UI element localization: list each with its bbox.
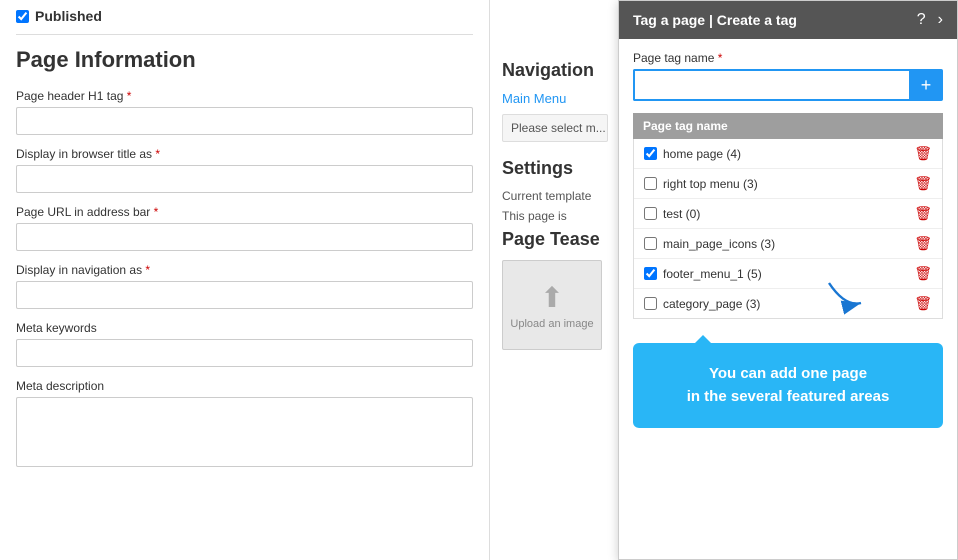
tag-row-label-5: category_page (3) bbox=[663, 297, 908, 311]
settings-title: Settings bbox=[502, 158, 608, 179]
upload-text: Upload an image bbox=[510, 318, 593, 330]
callout: You can add one pagein the several featu… bbox=[633, 343, 943, 428]
middle-panel: Navigation Main Menu Please select m... … bbox=[490, 0, 620, 560]
field-input-meta-keywords[interactable] bbox=[16, 339, 473, 367]
list-item: category_page (3) 🗑 bbox=[634, 289, 942, 318]
tag-list: home page (4) 🗑 right top menu (3) 🗑 tes… bbox=[633, 139, 943, 319]
list-item: footer_menu_1 (5) 🗑 bbox=[634, 259, 942, 289]
tag-checkbox-4[interactable] bbox=[644, 267, 657, 280]
upload-icon: ⬆ bbox=[540, 281, 563, 314]
field-input-browser-title[interactable] bbox=[16, 165, 473, 193]
tag-name-label: Page tag name * bbox=[633, 51, 943, 65]
published-checkbox[interactable] bbox=[16, 10, 29, 23]
field-group-meta-description: Meta description bbox=[16, 379, 473, 470]
callout-text: You can add one pagein the several featu… bbox=[687, 365, 890, 405]
field-input-nav[interactable] bbox=[16, 281, 473, 309]
please-select-box[interactable]: Please select m... bbox=[502, 114, 608, 142]
tag-delete-1[interactable]: 🗑 bbox=[914, 175, 932, 192]
field-label-browser-title: Display in browser title as * bbox=[16, 147, 473, 161]
navigation-title: Navigation bbox=[502, 60, 608, 81]
tag-delete-2[interactable]: 🗑 bbox=[914, 205, 932, 222]
tag-checkbox-0[interactable] bbox=[644, 147, 657, 160]
field-group-browser-title: Display in browser title as * bbox=[16, 147, 473, 193]
list-item: test (0) 🗑 bbox=[634, 199, 942, 229]
tag-checkbox-2[interactable] bbox=[644, 207, 657, 220]
tag-checkbox-5[interactable] bbox=[644, 297, 657, 310]
tag-row-label-0: home page (4) bbox=[663, 147, 908, 161]
field-group-url: Page URL in address bar * bbox=[16, 205, 473, 251]
panel-header-actions: ? › bbox=[917, 11, 943, 29]
field-label-url: Page URL in address bar * bbox=[16, 205, 473, 219]
field-group-h1: Page header H1 tag * bbox=[16, 89, 473, 135]
published-label: Published bbox=[35, 8, 102, 24]
tag-panel: Tag a page | Create a tag ? › Page tag n… bbox=[618, 0, 958, 560]
tag-input[interactable] bbox=[633, 69, 909, 101]
tag-delete-3[interactable]: 🗑 bbox=[914, 235, 932, 252]
tag-checkbox-1[interactable] bbox=[644, 177, 657, 190]
field-group-nav: Display in navigation as * bbox=[16, 263, 473, 309]
page-information-title: Page Information bbox=[16, 47, 473, 73]
panel-header-title: Tag a page | Create a tag bbox=[633, 12, 797, 28]
tag-delete-5[interactable]: 🗑 bbox=[914, 295, 932, 312]
tag-row-label-1: right top menu (3) bbox=[663, 177, 908, 191]
tag-row-label-2: test (0) bbox=[663, 207, 908, 221]
tag-add-button[interactable]: + bbox=[909, 69, 943, 101]
panel-body: Page tag name * + Page tag name home pag… bbox=[619, 39, 957, 331]
help-button[interactable]: ? bbox=[917, 11, 926, 29]
current-template-row: Current template bbox=[502, 189, 608, 203]
tag-row-label-3: main_page_icons (3) bbox=[663, 237, 908, 251]
field-label-h1: Page header H1 tag * bbox=[16, 89, 473, 103]
field-input-h1[interactable] bbox=[16, 107, 473, 135]
panel-header: Tag a page | Create a tag ? › bbox=[619, 1, 957, 39]
list-item: right top menu (3) 🗑 bbox=[634, 169, 942, 199]
tag-checkbox-3[interactable] bbox=[644, 237, 657, 250]
left-panel: Published Page Information Page header H… bbox=[0, 0, 490, 560]
tag-input-row: + bbox=[633, 69, 943, 101]
page-teaser-title: Page Tease bbox=[502, 229, 608, 250]
tag-delete-4[interactable]: 🗑 bbox=[914, 265, 932, 282]
field-label-nav: Display in navigation as * bbox=[16, 263, 473, 277]
list-item: main_page_icons (3) 🗑 bbox=[634, 229, 942, 259]
this-page-is-row: This page is bbox=[502, 209, 608, 223]
tag-delete-0[interactable]: 🗑 bbox=[914, 145, 932, 162]
close-button[interactable]: › bbox=[938, 11, 943, 29]
field-textarea-meta-description[interactable] bbox=[16, 397, 473, 467]
published-row: Published bbox=[16, 8, 473, 35]
tag-table-header: Page tag name bbox=[633, 113, 943, 139]
tag-row-label-4: footer_menu_1 (5) bbox=[663, 267, 908, 281]
list-item: home page (4) 🗑 bbox=[634, 139, 942, 169]
upload-box[interactable]: ⬆ Upload an image bbox=[502, 260, 602, 350]
field-label-meta-description: Meta description bbox=[16, 379, 473, 393]
field-input-url[interactable] bbox=[16, 223, 473, 251]
field-group-meta-keywords: Meta keywords bbox=[16, 321, 473, 367]
field-label-meta-keywords: Meta keywords bbox=[16, 321, 473, 335]
main-menu-link[interactable]: Main Menu bbox=[502, 91, 608, 106]
